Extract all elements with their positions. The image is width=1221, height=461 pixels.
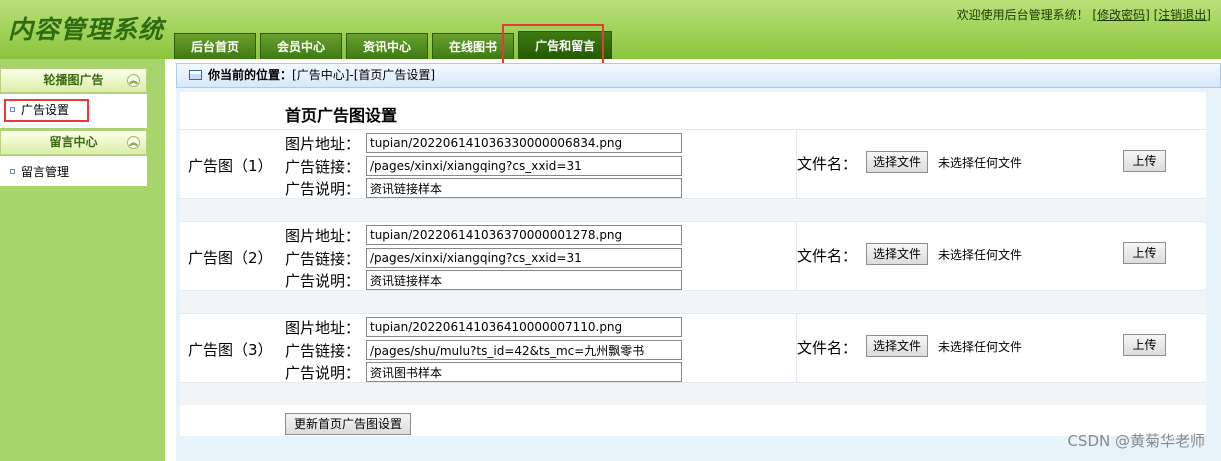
tab-home[interactable]: 后台首页 (174, 33, 257, 59)
choose-file-button[interactable]: 选择文件 (866, 151, 929, 173)
address-label: 图片地址： (285, 227, 361, 245)
tab-members[interactable]: 会员中心 (260, 33, 343, 59)
tab-highlight-box (502, 24, 604, 65)
desc-input[interactable] (366, 270, 682, 290)
address-label: 图片地址： (285, 135, 361, 153)
ad-row-2: 广告图（2） 图片地址： 广告链接： 广告说明： 文件名： 选择文件 未选择任何… (180, 221, 1206, 291)
ad-label: 广告图（2） (188, 249, 273, 267)
file-label: 文件名： (797, 339, 858, 357)
app-title: 内容管理系统 (8, 15, 165, 44)
link-label: 广告链接： (285, 250, 361, 268)
ad-label: 广告图（1） (188, 157, 273, 175)
address-input[interactable] (366, 133, 682, 153)
bullet-icon (10, 169, 15, 174)
choose-file-button[interactable]: 选择文件 (866, 243, 929, 265)
header-bar: 内容管理系统 欢迎使用后台管理系统！ [修改密码] [注销退出] 后台首页 会员… (0, 0, 1221, 59)
welcome-text: 欢迎使用后台管理系统！ (956, 8, 1089, 22)
change-password-link[interactable]: [修改密码] (1092, 8, 1149, 22)
row-spacer (180, 383, 1206, 405)
choose-file-button[interactable]: 选择文件 (866, 335, 929, 357)
link-input[interactable] (366, 156, 682, 176)
address-label: 图片地址： (285, 319, 361, 337)
link-input[interactable] (366, 340, 682, 360)
file-status: 未选择任何文件 (938, 248, 1023, 262)
sidebar-item-label: 留言管理 (21, 165, 70, 179)
watermark: CSDN @黄菊华老师 (1067, 432, 1205, 450)
file-status: 未选择任何文件 (938, 340, 1023, 354)
page-title: 首页广告图设置 (285, 106, 398, 125)
upload-button[interactable]: 上传 (1123, 150, 1166, 172)
link-label: 广告链接： (285, 158, 361, 176)
main-area: 首页广告图设置 广告图（1） 图片地址： 广告链接： 广告说明： 文件名： 选择… (176, 88, 1221, 461)
sidebar-group-carousel-ads[interactable]: 轮播图广告 ︽ (0, 68, 147, 93)
update-ads-button[interactable]: 更新首页广告图设置 (285, 413, 412, 435)
link-label: 广告链接： (285, 342, 361, 360)
ad-row-1: 广告图（1） 图片地址： 广告链接： 广告说明： 文件名： 选择文件 未选择任何… (180, 129, 1206, 199)
sidebar-highlight-box (4, 99, 89, 122)
logout-link[interactable]: [注销退出] (1154, 8, 1211, 22)
desc-label: 广告说明： (285, 272, 361, 290)
sidebar-group-title: 留言中心 (49, 135, 98, 149)
sidebar-group-title: 轮播图广告 (43, 73, 104, 87)
link-input[interactable] (366, 248, 682, 268)
breadcrumb-prefix: 你当前的位置： (208, 68, 293, 82)
address-input[interactable] (366, 317, 682, 337)
welcome-area: 欢迎使用后台管理系统！ [修改密码] [注销退出] (957, 6, 1211, 23)
ad-label: 广告图（3） (188, 341, 273, 359)
file-label: 文件名： (797, 155, 858, 173)
sidebar-item-message-manage[interactable]: 留言管理 (10, 163, 69, 181)
breadcrumb: 你当前的位置：[广告中心]-[首页广告设置] (176, 63, 1221, 88)
desc-input[interactable] (366, 178, 682, 198)
breadcrumb-path: [广告中心]-[首页广告设置] (292, 68, 436, 82)
desc-label: 广告说明： (285, 364, 361, 382)
upload-button[interactable]: 上传 (1123, 334, 1166, 356)
ad-row-3: 广告图（3） 图片地址： 广告链接： 广告说明： 文件名： 选择文件 未选择任何… (180, 313, 1206, 383)
sidebar-group-messages[interactable]: 留言中心 ︽ (0, 130, 147, 155)
tab-news[interactable]: 资讯中心 (346, 33, 429, 59)
upload-button[interactable]: 上传 (1123, 242, 1166, 264)
address-input[interactable] (366, 225, 682, 245)
collapse-icon[interactable]: ︽ (127, 74, 140, 87)
collapse-icon[interactable]: ︽ (127, 136, 140, 149)
row-spacer (180, 291, 1206, 313)
content-panel: 首页广告图设置 广告图（1） 图片地址： 广告链接： 广告说明： 文件名： 选择… (180, 92, 1206, 436)
row-spacer (180, 199, 1206, 221)
file-status: 未选择任何文件 (938, 156, 1023, 170)
file-label: 文件名： (797, 247, 858, 265)
desc-label: 广告说明： (285, 180, 361, 198)
window-icon (189, 70, 202, 80)
sidebar-group-body: 留言管理 (0, 156, 147, 186)
desc-input[interactable] (366, 362, 682, 382)
